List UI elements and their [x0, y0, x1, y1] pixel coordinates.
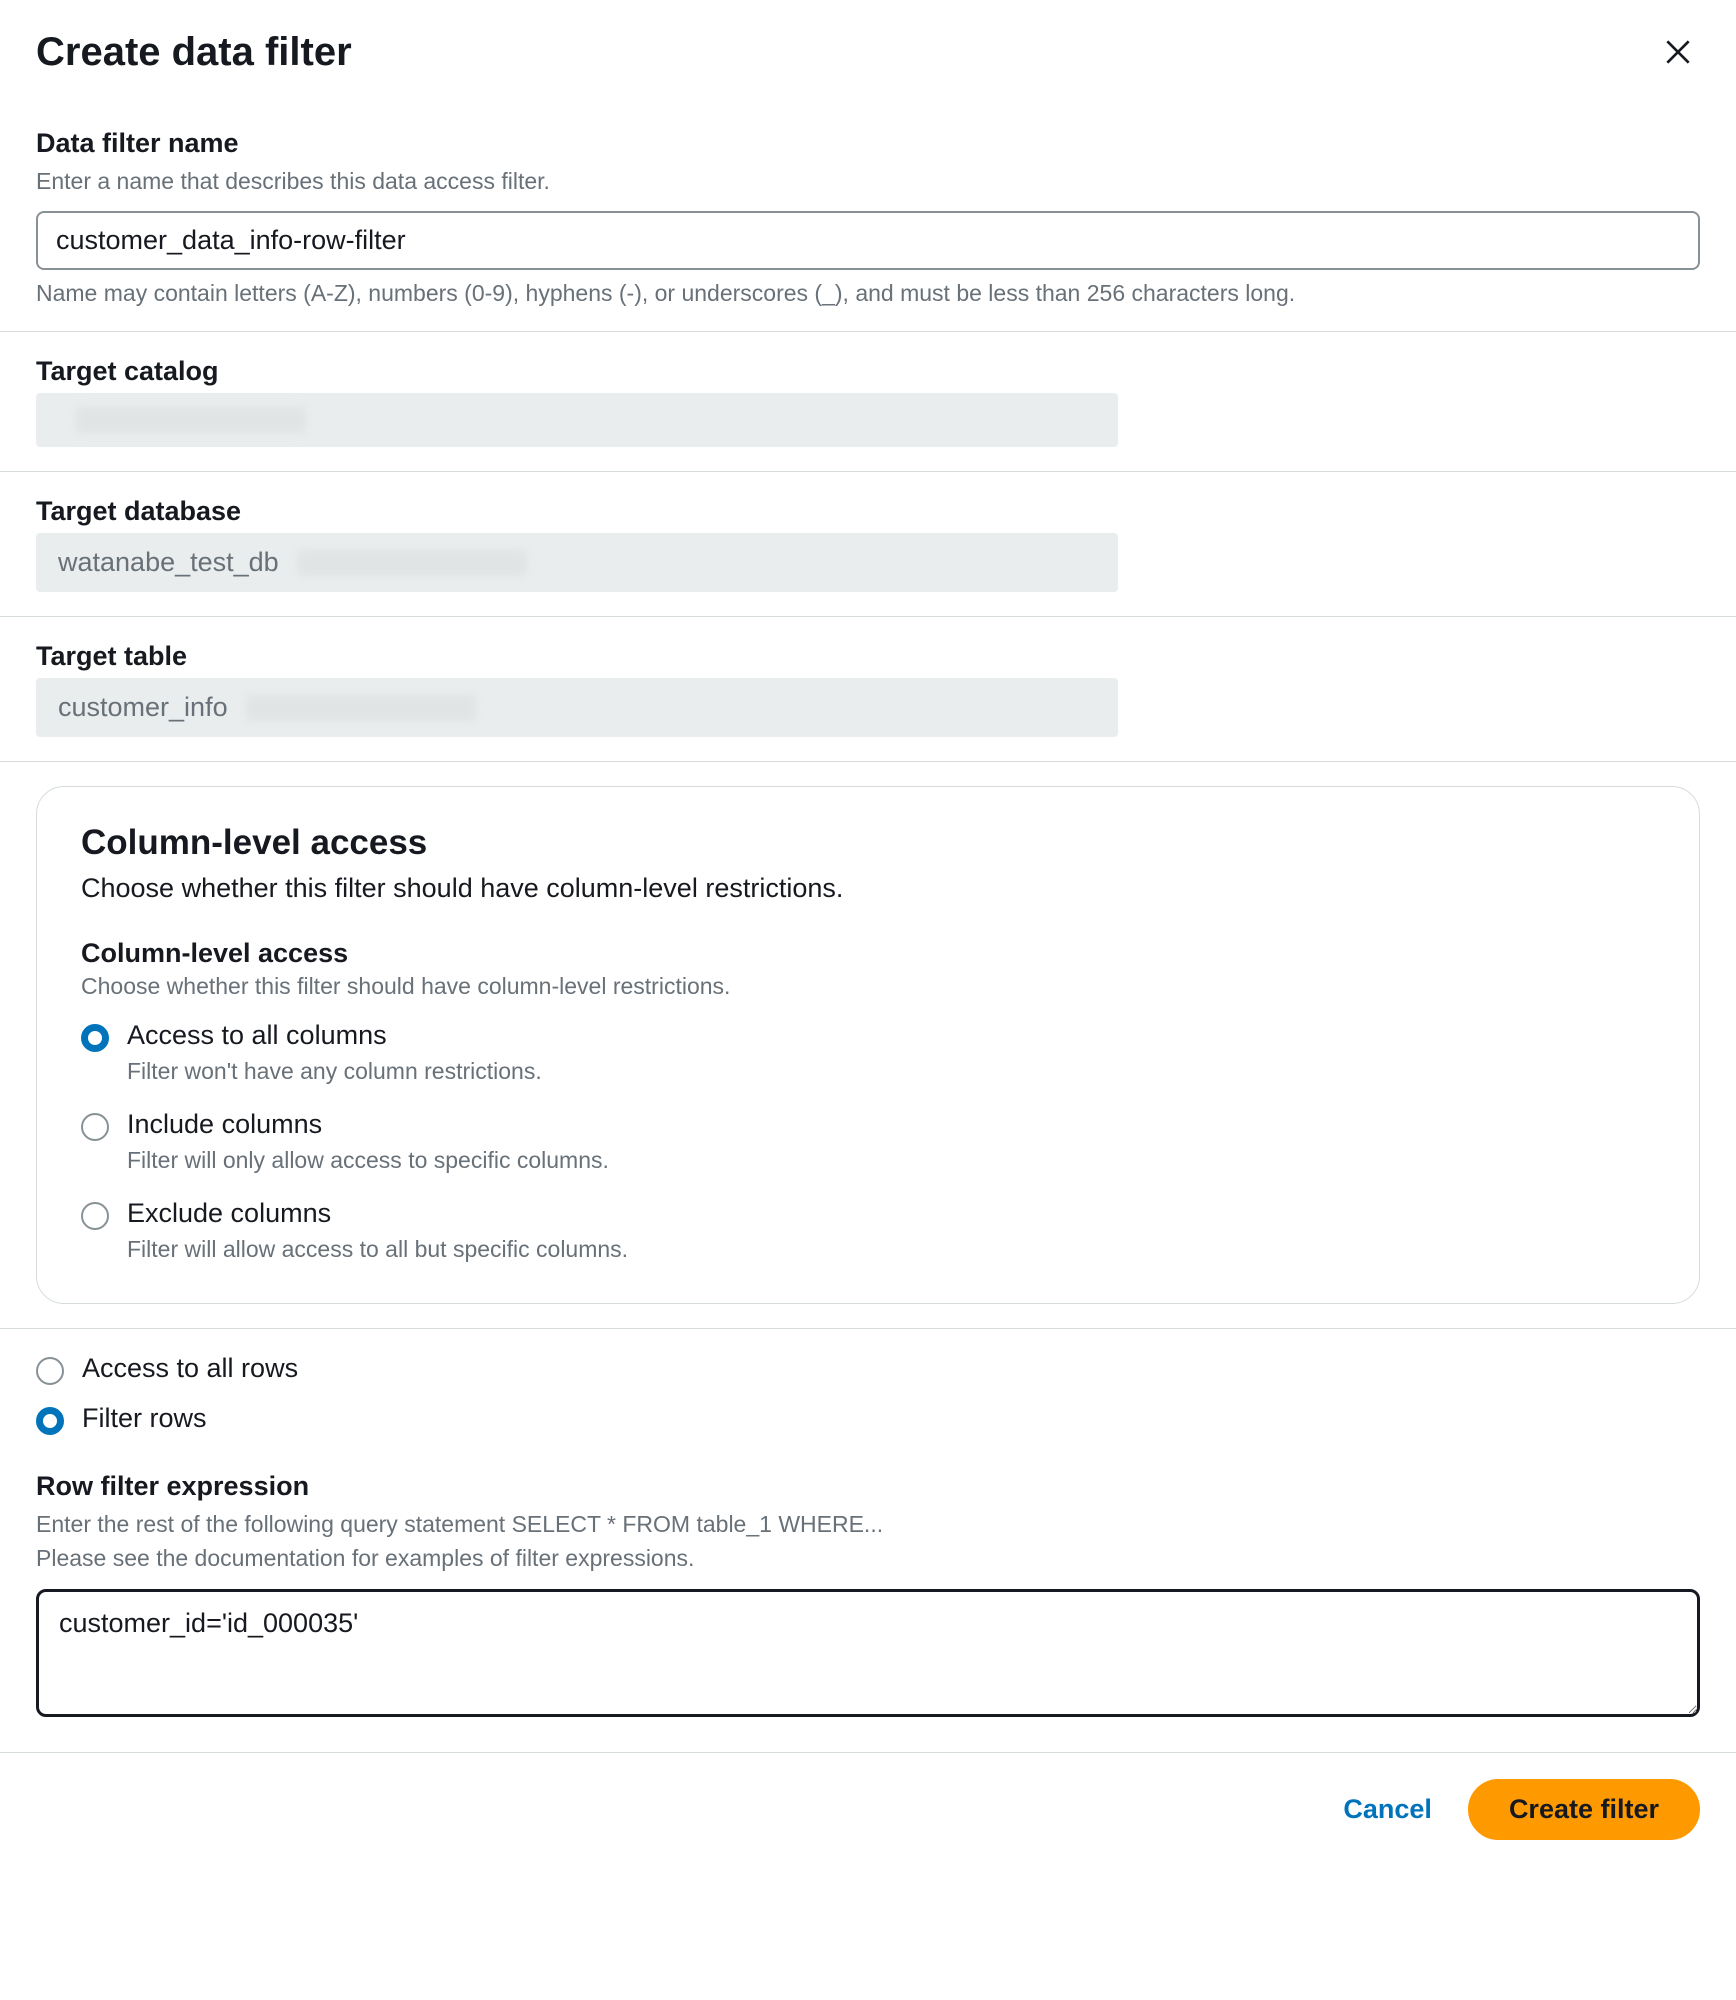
cancel-button[interactable]: Cancel [1343, 1794, 1432, 1825]
filter-name-hint: Enter a name that describes this data ac… [36, 165, 1700, 197]
radio-desc-include-columns: Filter will only allow access to specifi… [127, 1147, 1655, 1174]
target-database-label: Target database [36, 496, 1700, 527]
close-icon[interactable] [1656, 30, 1700, 80]
row-filter-label: Row filter expression [36, 1471, 1700, 1502]
create-filter-button[interactable]: Create filter [1468, 1779, 1700, 1840]
radio-access-all-columns[interactable] [81, 1024, 109, 1052]
modal-title: Create data filter [36, 30, 352, 75]
column-access-sub: Choose whether this filter should have c… [81, 873, 1655, 904]
radio-exclude-columns[interactable] [81, 1202, 109, 1230]
radio-label-exclude-columns: Exclude columns [127, 1198, 331, 1229]
column-access-panel: Column-level access Choose whether this … [36, 786, 1700, 1304]
radio-label-all-rows: Access to all rows [82, 1353, 298, 1384]
column-access-title: Column-level access [81, 823, 1655, 863]
target-catalog-value [36, 393, 1118, 447]
column-access-subheader: Column-level access [81, 938, 1655, 969]
radio-label-include-columns: Include columns [127, 1109, 322, 1140]
divider [0, 1328, 1736, 1329]
divider [0, 616, 1736, 617]
radio-include-columns[interactable] [81, 1113, 109, 1141]
radio-filter-rows[interactable] [36, 1407, 64, 1435]
radio-label-all-columns: Access to all columns [127, 1020, 387, 1051]
row-filter-hint1: Enter the rest of the following query st… [36, 1508, 1700, 1540]
target-database-value: watanabe_test_db [36, 533, 1118, 592]
radio-access-all-rows[interactable] [36, 1357, 64, 1385]
divider [0, 761, 1736, 762]
column-access-subhint: Choose whether this filter should have c… [81, 973, 1655, 1000]
target-catalog-label: Target catalog [36, 356, 1700, 387]
divider [0, 471, 1736, 472]
row-filter-expression-input[interactable] [36, 1589, 1700, 1717]
row-filter-hint2: Please see the documentation for example… [36, 1542, 1700, 1574]
radio-desc-all-columns: Filter won't have any column restriction… [127, 1058, 1655, 1085]
target-table-label: Target table [36, 641, 1700, 672]
radio-label-filter-rows: Filter rows [82, 1403, 207, 1434]
target-table-value: customer_info [36, 678, 1118, 737]
radio-desc-exclude-columns: Filter will allow access to all but spec… [127, 1236, 1655, 1263]
filter-name-input[interactable] [36, 211, 1700, 270]
filter-name-label: Data filter name [36, 128, 1700, 159]
filter-name-footer: Name may contain letters (A-Z), numbers … [36, 280, 1700, 307]
divider [0, 331, 1736, 332]
